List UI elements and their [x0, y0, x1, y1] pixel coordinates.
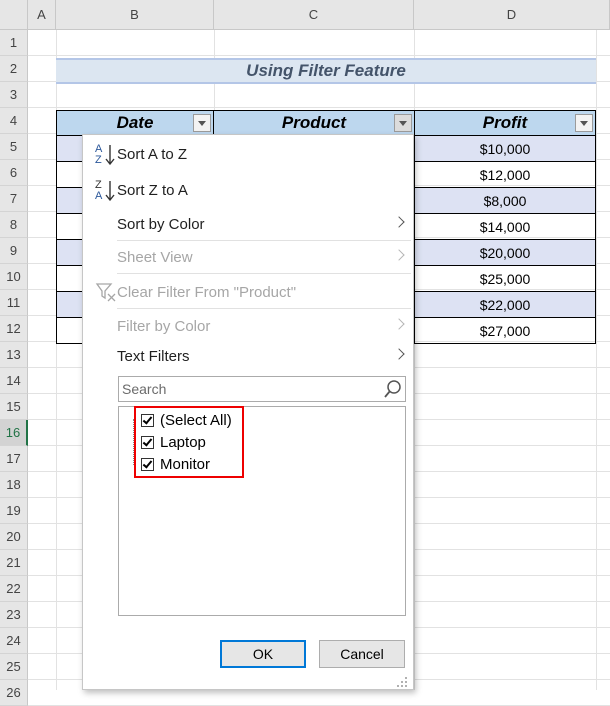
profit-cell[interactable]: $8,000 — [414, 188, 596, 214]
select-all-corner[interactable] — [0, 0, 28, 30]
row-header[interactable]: 23 — [0, 602, 28, 628]
sort-z-to-a-item[interactable]: ZA Sort Z to A — [83, 173, 413, 207]
profit-cell[interactable]: $12,000 — [414, 162, 596, 188]
filter-by-color-label: Filter by Color — [117, 317, 211, 335]
clear-filter-label: Clear Filter From "Product" — [117, 283, 297, 301]
chevron-right-icon — [393, 249, 405, 261]
chevron-right-icon — [393, 348, 405, 360]
row-header[interactable]: 22 — [0, 576, 28, 602]
row-header[interactable]: 8 — [0, 212, 28, 238]
chevron-down-icon — [198, 120, 206, 126]
row-header[interactable]: 7 — [0, 186, 28, 212]
search-input[interactable]: Search — [118, 376, 406, 402]
row-header[interactable]: 20 — [0, 524, 28, 550]
sort-z-to-a-label: Sort Z to A — [117, 181, 188, 199]
row-header[interactable]: 15 — [0, 394, 28, 420]
row-header[interactable]: 21 — [0, 550, 28, 576]
profit-cell[interactable]: $27,000 — [414, 318, 596, 344]
row-header[interactable]: 5 — [0, 134, 28, 160]
row-header[interactable]: 12 — [0, 316, 28, 342]
row-header[interactable]: 18 — [0, 472, 28, 498]
sort-descending-icon: ZA — [95, 176, 117, 204]
text-filters-item[interactable]: Text Filters — [83, 339, 413, 373]
profit-cell[interactable]: $14,000 — [414, 214, 596, 240]
chevron-right-icon — [393, 318, 405, 330]
gridline — [28, 55, 610, 56]
clear-filter-icon — [95, 283, 116, 302]
column-header-c[interactable]: C — [214, 0, 414, 30]
column-header-a[interactable]: A — [28, 0, 56, 30]
row-header[interactable]: 24 — [0, 628, 28, 654]
column-header-b[interactable]: B — [56, 0, 214, 30]
table-header-date[interactable]: Date — [56, 110, 214, 136]
header-label-date: Date — [116, 113, 154, 132]
highlight-box — [134, 406, 244, 478]
row-header[interactable]: 10 — [0, 264, 28, 290]
chevron-right-icon — [393, 216, 405, 228]
filter-dropdown-product[interactable] — [394, 114, 412, 132]
text-filters-label: Text Filters — [117, 347, 190, 365]
chevron-down-icon — [399, 120, 407, 126]
profit-cell[interactable]: $20,000 — [414, 240, 596, 266]
row-header[interactable]: 9 — [0, 238, 28, 264]
filter-dropdown-date[interactable] — [193, 114, 211, 132]
sort-a-to-z-label: Sort A to Z — [117, 145, 188, 163]
header-label-product: Product — [281, 113, 347, 132]
row-header[interactable]: 14 — [0, 368, 28, 394]
row-header[interactable]: 25 — [0, 654, 28, 680]
profit-cell[interactable]: $25,000 — [414, 266, 596, 292]
table-header-product[interactable]: Product — [213, 110, 415, 136]
cancel-button[interactable]: Cancel — [319, 640, 405, 668]
search-icon[interactable] — [383, 379, 403, 399]
gridline — [596, 30, 597, 690]
row-header[interactable]: 1 — [0, 30, 28, 56]
filter-dropdown-profit[interactable] — [575, 114, 593, 132]
sheet-title: Using Filter Feature — [56, 58, 596, 84]
sheet-view-item: Sheet View — [83, 240, 413, 274]
sheet-view-label: Sheet View — [117, 248, 193, 266]
row-header[interactable]: 13 — [0, 342, 28, 368]
row-header[interactable]: 16 — [0, 420, 28, 446]
header-label-profit: Profit — [482, 113, 528, 132]
sort-a-to-z-item[interactable]: AZ Sort A to Z — [83, 137, 413, 171]
ok-button[interactable]: OK — [220, 640, 306, 668]
sort-ascending-icon: AZ — [95, 140, 117, 168]
table-header-profit[interactable]: Profit — [414, 110, 596, 136]
search-placeholder: Search — [122, 381, 167, 397]
row-header[interactable]: 26 — [0, 680, 28, 706]
row-header[interactable]: 17 — [0, 446, 28, 472]
filter-by-color-item: Filter by Color — [83, 309, 413, 343]
profit-cell[interactable]: $22,000 — [414, 292, 596, 318]
profit-cell[interactable]: $10,000 — [414, 136, 596, 162]
gridline — [28, 107, 610, 108]
sort-by-color-item[interactable]: Sort by Color — [83, 207, 413, 241]
menu-divider — [117, 273, 411, 274]
resize-grip-icon[interactable] — [396, 676, 408, 688]
chevron-down-icon — [580, 120, 588, 126]
column-header-d[interactable]: D — [414, 0, 610, 30]
row-header[interactable]: 3 — [0, 82, 28, 108]
row-header[interactable]: 4 — [0, 108, 28, 134]
row-header[interactable]: 2 — [0, 56, 28, 82]
sort-by-color-label: Sort by Color — [117, 215, 205, 233]
row-header[interactable]: 6 — [0, 160, 28, 186]
row-header[interactable]: 11 — [0, 290, 28, 316]
row-header[interactable]: 19 — [0, 498, 28, 524]
clear-filter-item: Clear Filter From "Product" — [83, 275, 413, 309]
